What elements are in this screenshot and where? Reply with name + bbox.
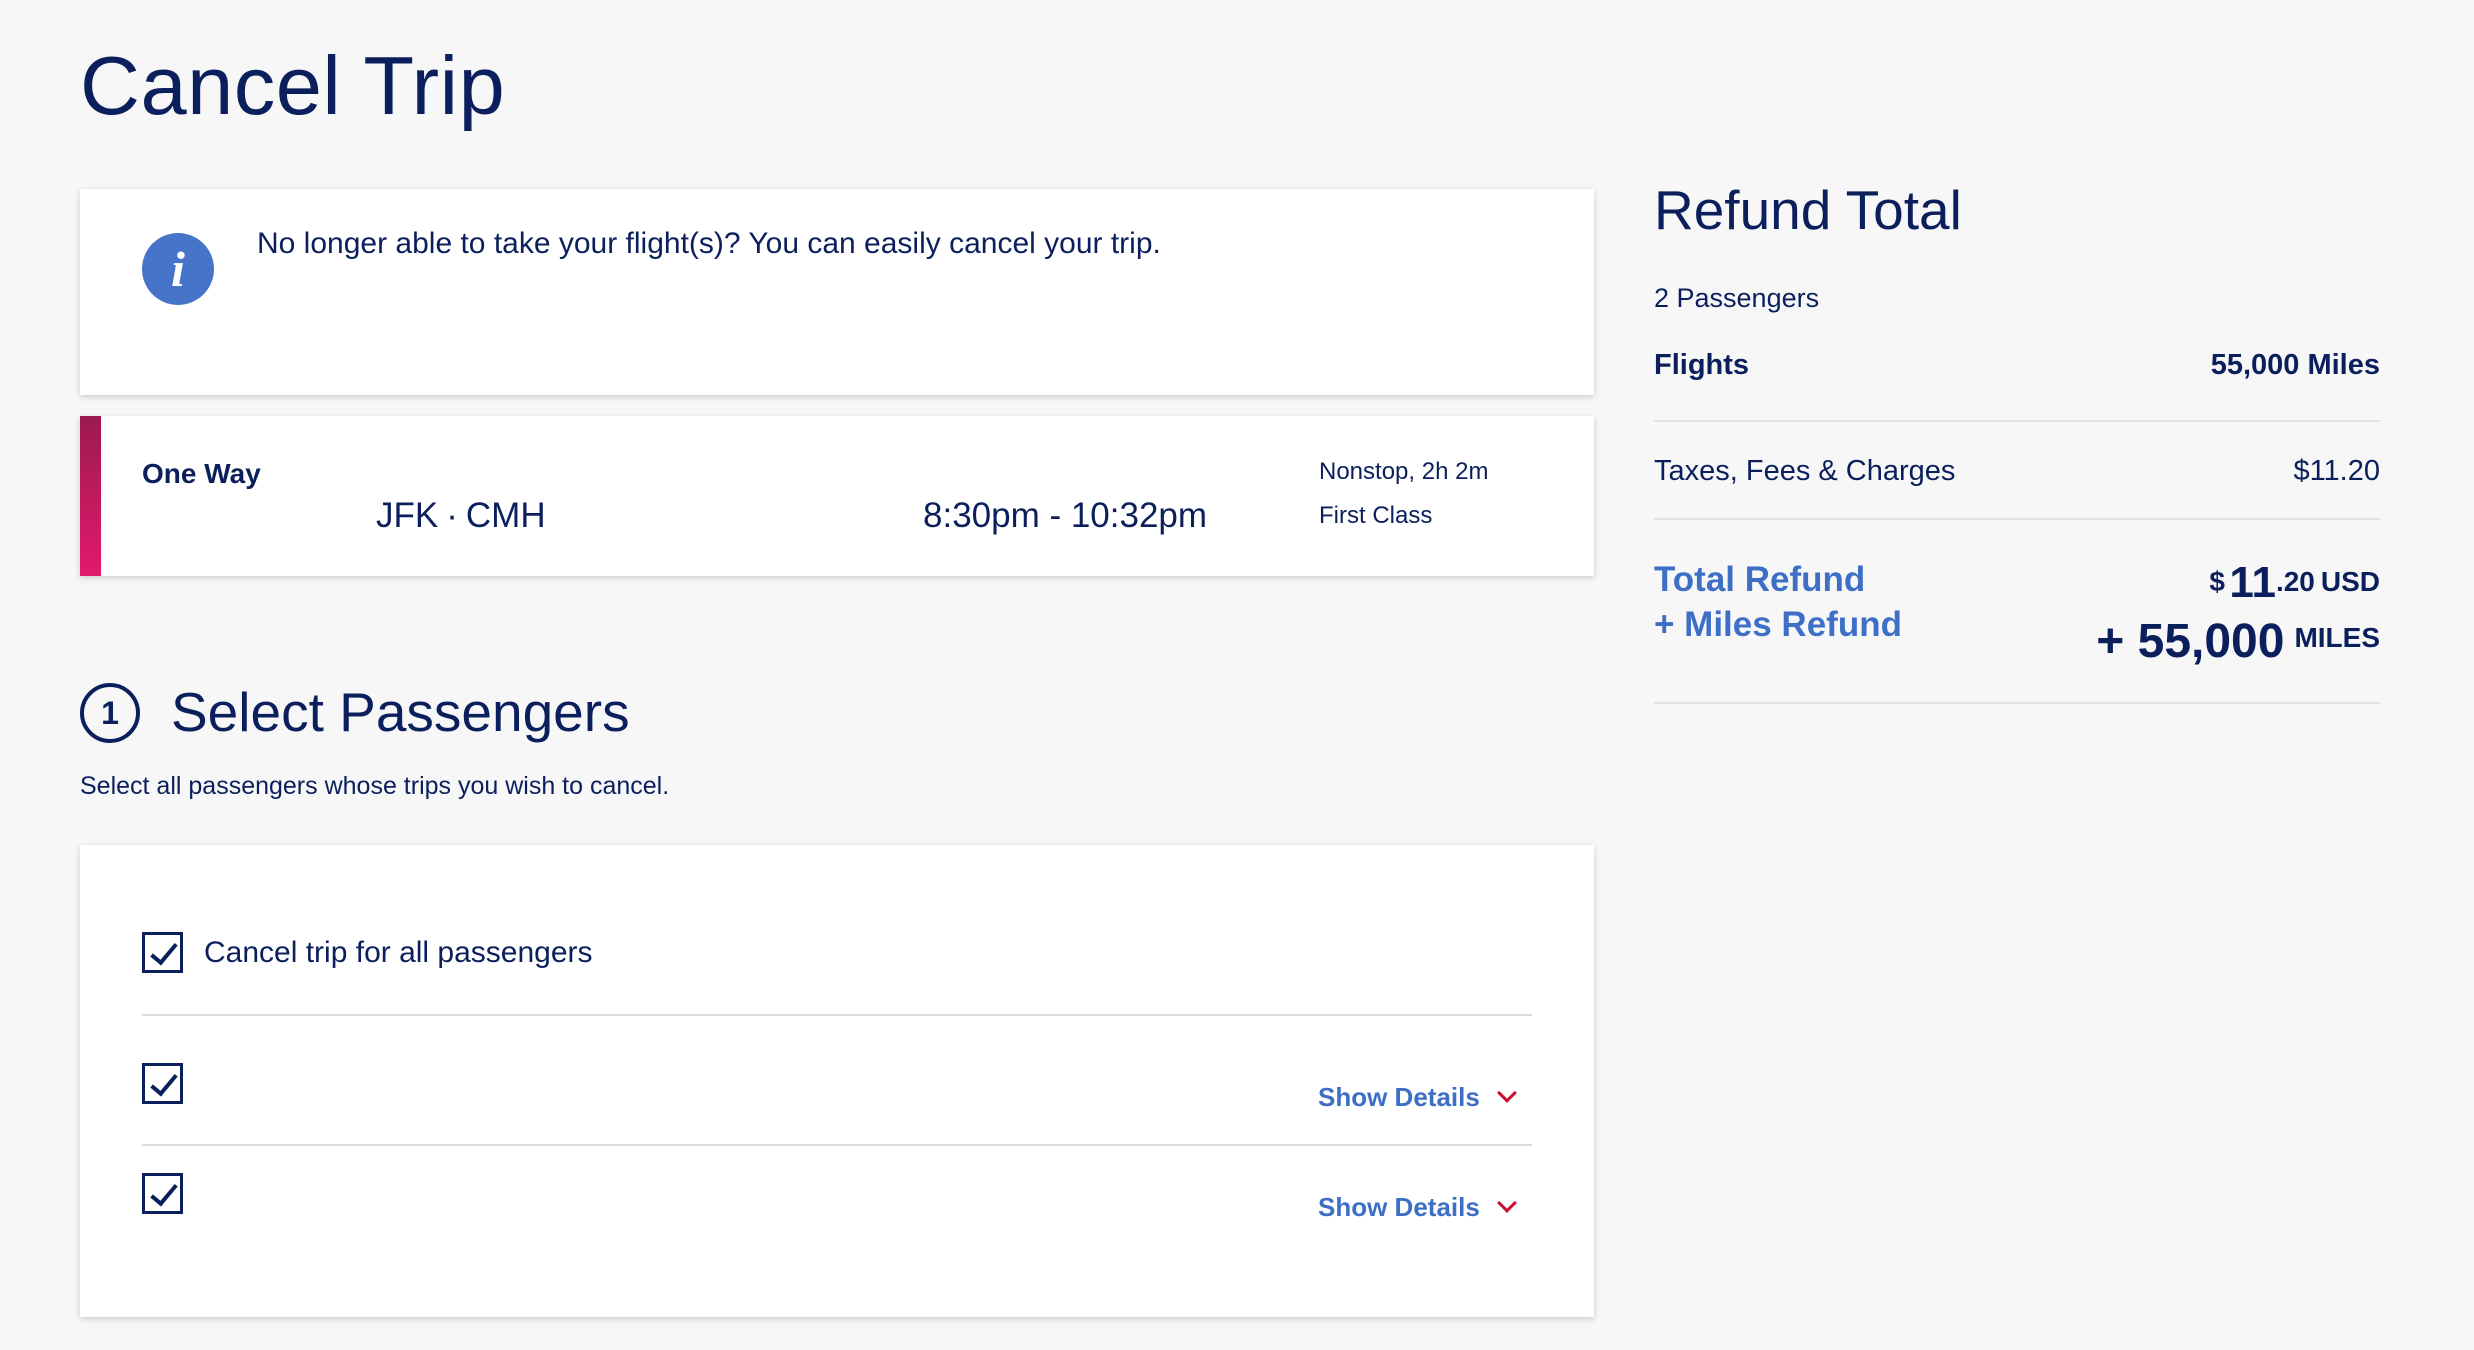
select-all-passengers-label[interactable]: Cancel trip for all passengers <box>204 936 593 970</box>
divider <box>1654 420 2380 422</box>
total-miles-unit: MILES <box>2294 622 2380 653</box>
divider <box>142 1144 1532 1146</box>
flight-stops-duration: Nonstop, 2h 2m <box>1319 458 1489 485</box>
divider <box>1654 702 2380 704</box>
total-currency-code: USD <box>2320 566 2380 597</box>
passenger-1-show-details-link[interactable]: Show Details <box>1318 1082 1480 1113</box>
currency-symbol: $ <box>2209 566 2225 597</box>
origin-airport: JFK <box>376 496 439 535</box>
taxes-label: Taxes, Fees & Charges <box>1654 455 1956 487</box>
total-dollars: 11 <box>2229 558 2276 607</box>
passenger-count: 2 Passengers <box>1654 283 1820 313</box>
flights-value: 55,000 Miles <box>2210 349 2380 381</box>
section-subtitle: Select all passengers whose trips you wi… <box>80 772 670 800</box>
section-title: Select Passengers <box>171 681 630 743</box>
flight-route: JFK · CMH <box>376 496 546 536</box>
passenger-2-show-details-link[interactable]: Show Details <box>1318 1192 1480 1223</box>
info-icon: i <box>142 233 214 305</box>
select-all-passengers-checkbox[interactable] <box>142 932 183 973</box>
total-refund-amount: $ 11.20 USD <box>2209 558 2380 608</box>
total-miles-value: + 55,000 <box>2096 615 2285 668</box>
divider <box>142 1014 1532 1016</box>
passenger-selection-card: Cancel trip for all passengers Show Deta… <box>80 845 1594 1317</box>
flight-times: 8:30pm - 10:32pm <box>923 496 1208 535</box>
destination-airport: CMH <box>465 496 546 535</box>
flight-summary-card: One Way JFK · CMH 8:30pm - 10:32pm Nonstop… <box>80 416 1594 576</box>
passenger-2-checkbox[interactable] <box>142 1173 183 1214</box>
flights-label: Flights <box>1654 349 1750 381</box>
chevron-down-icon[interactable] <box>1497 1193 1517 1213</box>
chevron-down-icon[interactable] <box>1497 1083 1517 1103</box>
total-miles-refund: + 55,000 MILES <box>2096 614 2380 669</box>
passenger-1-checkbox[interactable] <box>142 1063 183 1104</box>
taxes-value: $11.20 <box>2293 455 2380 487</box>
flight-accent-bar <box>80 416 101 576</box>
route-separator: · <box>446 496 458 535</box>
info-message: No longer able to take your flight(s)? Y… <box>257 227 1161 260</box>
refund-title: Refund Total <box>1654 179 1962 241</box>
total-cents: .20 <box>2275 566 2315 597</box>
page-title: Cancel Trip <box>80 39 506 132</box>
miles-refund-label: + Miles Refund <box>1654 605 1902 644</box>
trip-type: One Way <box>142 458 261 489</box>
flight-cabin: First Class <box>1319 502 1433 529</box>
step-number-badge: 1 <box>80 683 140 743</box>
divider <box>1654 518 2380 520</box>
total-refund-label: Total Refund <box>1654 560 1866 599</box>
info-card: i No longer able to take your flight(s)?… <box>80 189 1594 395</box>
